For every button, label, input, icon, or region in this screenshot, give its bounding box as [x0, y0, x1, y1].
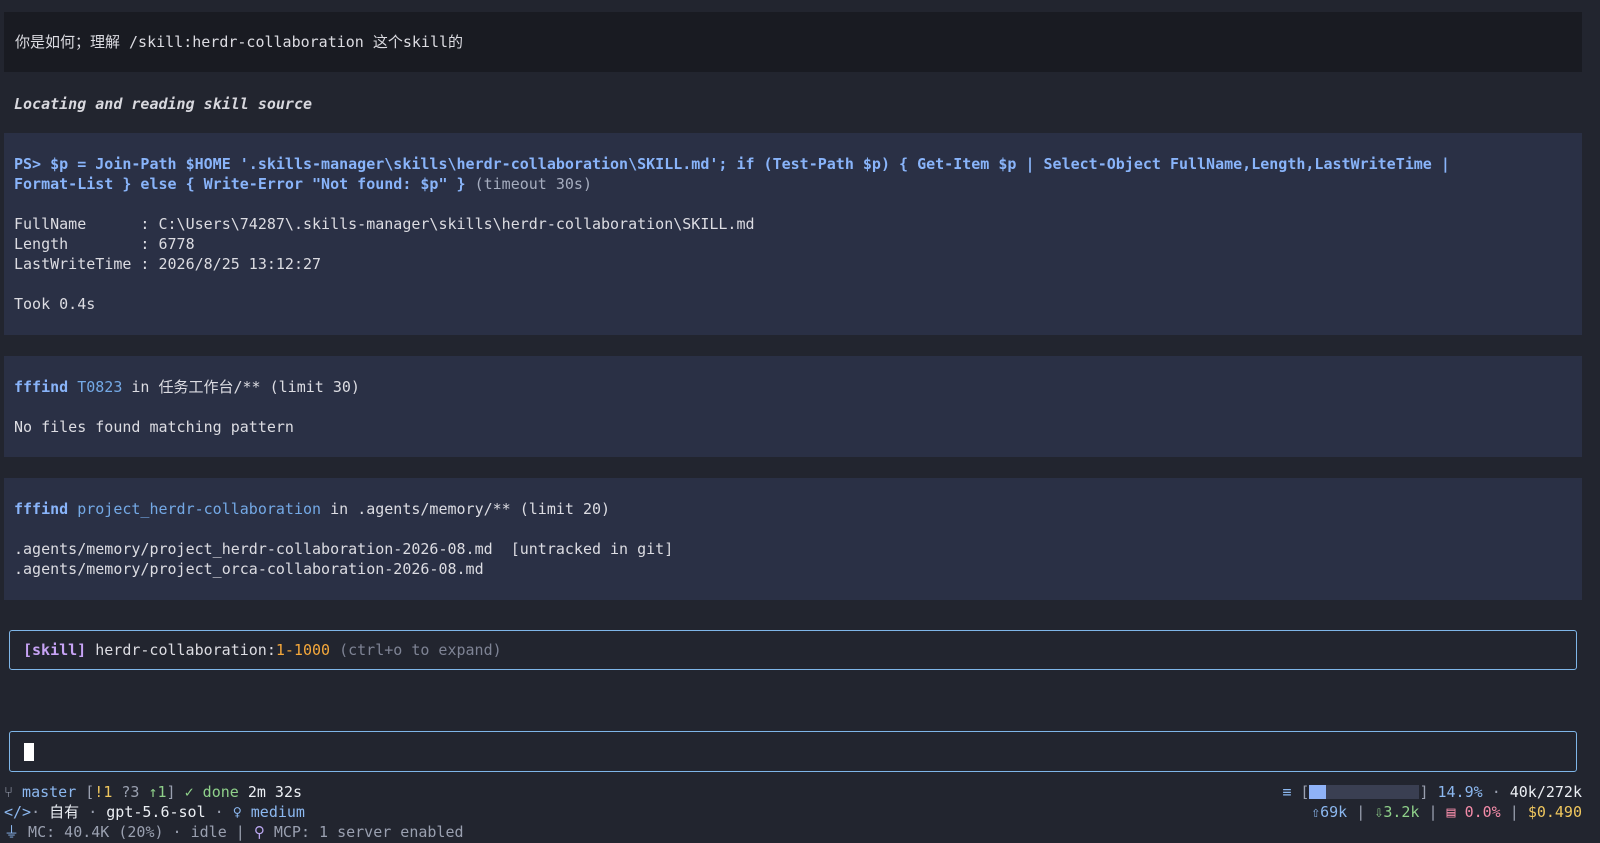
- elapsed-time: 2m 32s: [247, 783, 303, 801]
- fffind-block-1: fffind T0823 in 任务工作台/** (limit 30) No f…: [4, 356, 1582, 457]
- separator: ·: [88, 803, 98, 821]
- mc-usage: MC: 40.4K (20%): [28, 823, 164, 841]
- git-bracket-close: ]: [166, 783, 176, 801]
- pattern: T0823: [77, 378, 123, 396]
- status-right-1: ≡ [] 14.9% · 40k/272k: [1282, 782, 1582, 802]
- context-percent: 14.9%: [1437, 783, 1483, 801]
- in-label: in: [330, 500, 349, 518]
- chat-input[interactable]: [9, 731, 1577, 772]
- tool-name: fffind: [14, 378, 69, 396]
- command-line-1: PS> $p = Join-Path $HOME '.skills-manage…: [14, 155, 1450, 173]
- git-branch: master: [22, 783, 77, 801]
- cache-percent: 0.0%: [1464, 803, 1501, 821]
- expand-hint: (ctrl+o to expand): [339, 641, 502, 659]
- separator: ·: [1491, 783, 1501, 801]
- separator: ·: [31, 803, 41, 821]
- prompt-text: 你是如何；理解 /skill:herdr-collaboration 这个ski…: [15, 33, 464, 51]
- upload-icon: ⇧: [1311, 803, 1321, 821]
- skill-tag: [skill]: [23, 641, 87, 659]
- search-path: .agents/memory/**: [357, 500, 511, 518]
- context-icon: ≡: [1282, 783, 1292, 801]
- search-path: 任务工作台/**: [158, 378, 261, 396]
- skill-collapsed-block[interactable]: [skill] herdr-collaboration:1-1000 (ctrl…: [9, 630, 1577, 670]
- database-icon: ▤: [1446, 803, 1456, 821]
- download-icon: ⇩: [1374, 803, 1384, 821]
- separator: |: [1356, 803, 1366, 821]
- separator: |: [235, 823, 245, 841]
- effort-level: medium: [250, 803, 305, 821]
- done-label: done: [202, 783, 239, 801]
- separator: ·: [214, 803, 224, 821]
- took-label: Took 0.4s: [14, 295, 96, 313]
- git-bracket-open: [: [85, 783, 95, 801]
- status-left-3: ⏚ MC: 40.4K (20%) · idle | ⚲ MCP: 1 serv…: [4, 822, 464, 842]
- plug-icon: ⏚: [4, 823, 20, 841]
- bulb-icon: ♀: [232, 803, 242, 821]
- user-prompt: 你是如何；理解 /skill:herdr-collaboration 这个ski…: [4, 12, 1582, 72]
- mcp-icon: ⚲: [253, 823, 265, 841]
- git-modified: !1: [94, 783, 113, 801]
- tokens-up: 69k: [1320, 803, 1348, 821]
- skill-name: herdr-collaboration: [95, 641, 267, 659]
- pattern: project_herdr-collaboration: [77, 500, 322, 518]
- mcp-status: MCP: 1 server enabled: [273, 823, 464, 841]
- command-text: Format-List } else { Write-Error "Not fo…: [14, 175, 466, 193]
- separator: ·: [172, 823, 182, 841]
- timeout-label: (timeout 30s): [474, 175, 592, 193]
- fffind-result-2: .agents/memory/project_orca-collaboratio…: [14, 560, 484, 578]
- limit: (limit 20): [519, 500, 611, 518]
- fffind-header-1: fffind T0823 in 任务工作台/** (limit 30): [14, 377, 360, 397]
- separator: |: [1428, 803, 1438, 821]
- output-length: Length : 6778: [14, 235, 195, 253]
- model-name: gpt-5.6-sol: [106, 803, 206, 821]
- tokens-down: 3.2k: [1383, 803, 1420, 821]
- check-icon: ✓: [184, 783, 194, 801]
- status-text: Locating and reading skill source: [14, 95, 313, 113]
- owner-label: 自有: [49, 803, 80, 821]
- powershell-block: PS> $p = Join-Path $HOME '.skills-manage…: [4, 133, 1582, 335]
- cost: $0.490: [1527, 803, 1582, 821]
- in-label: in: [131, 378, 150, 396]
- fffind-block-2: fffind project_herdr-collaboration in .a…: [4, 478, 1582, 600]
- status-left-1: ⑂ master [!1 ?3 ↑1] ✓ done 2m 32s: [4, 782, 302, 802]
- fffind-header-2: fffind project_herdr-collaboration in .a…: [14, 499, 610, 519]
- command-line-2: Format-List } else { Write-Error "Not fo…: [14, 174, 592, 194]
- context-tokens: 40k/272k: [1509, 783, 1582, 801]
- output-lastwrite: LastWriteTime : 2026/8/25 13:12:27: [14, 255, 322, 273]
- status-left-2: </>· 自有 · gpt-5.6-sol · ♀ medium: [4, 802, 305, 822]
- skill-range: 1-1000: [275, 641, 331, 659]
- text-cursor: [24, 743, 34, 761]
- fffind-result: No files found matching pattern: [14, 418, 294, 436]
- skill-line: [skill] herdr-collaboration:1-1000 (ctrl…: [23, 640, 502, 660]
- meter-bracket: ]: [1419, 783, 1429, 801]
- output-fullname: FullName : C:\Users\74287\.skills-manage…: [14, 215, 755, 233]
- separator: |: [1509, 803, 1519, 821]
- branch-icon: ⑂: [4, 783, 14, 801]
- idle-state: idle: [190, 823, 227, 841]
- meter-bracket: [: [1300, 783, 1310, 801]
- context-meter-fill: [1309, 785, 1326, 799]
- context-meter: [1309, 785, 1420, 799]
- tool-name: fffind: [14, 500, 69, 518]
- code-icon: </>: [4, 803, 32, 821]
- git-untracked: ?3: [121, 783, 140, 801]
- limit: (limit 30): [269, 378, 360, 396]
- skill-colon: :: [266, 641, 276, 659]
- fffind-result-1: .agents/memory/project_herdr-collaborati…: [14, 540, 674, 558]
- git-ahead: ↑1: [148, 783, 167, 801]
- status-right-2: ⇧69k | ⇩3.2k | ▤ 0.0% | $0.490: [1311, 802, 1582, 822]
